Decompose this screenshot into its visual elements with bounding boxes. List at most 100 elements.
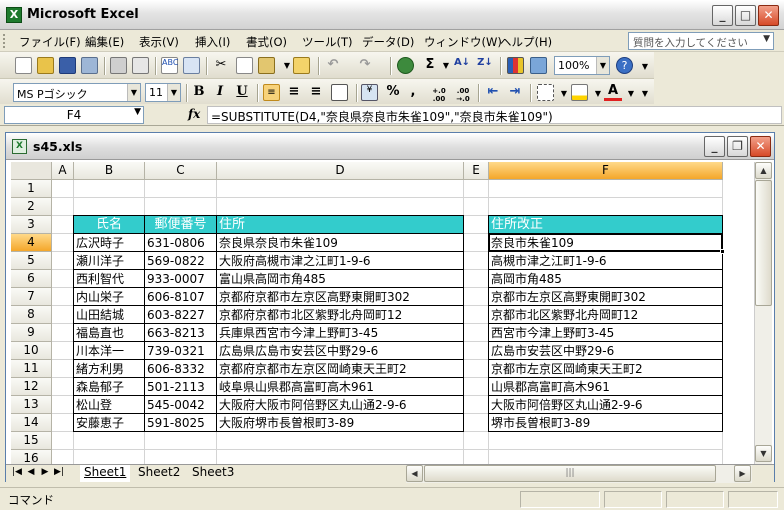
align-left-icon[interactable]: ≡	[263, 84, 280, 101]
table-cell-name[interactable]: 山田結城	[74, 306, 145, 324]
cell[interactable]	[52, 306, 74, 324]
table-cell-fixed[interactable]: 京都市左京区岡崎東天王町2	[489, 360, 723, 378]
table-cell-fixed[interactable]: 広島市安芸区中野29-6	[489, 342, 723, 360]
scroll-down-icon[interactable]: ▼	[755, 445, 772, 462]
cell[interactable]	[464, 252, 489, 270]
increase-decimal-button[interactable]: +.0 .00	[428, 87, 450, 103]
table-cell-postal[interactable]: 569-0822	[145, 252, 217, 270]
menu-format[interactable]: 書式(O)	[246, 34, 287, 50]
table-cell-name[interactable]: 森島郁子	[74, 378, 145, 396]
font-size-select[interactable]: 11 ▼	[145, 83, 181, 102]
column-header-d[interactable]: D	[217, 162, 464, 180]
table-cell-fixed[interactable]: 山県郡高富町高木961	[489, 378, 723, 396]
menu-help[interactable]: ヘルプ(H)	[500, 34, 552, 50]
table-cell-fixed[interactable]: 大阪市阿倍野区丸山通2-9-6	[489, 396, 723, 414]
italic-button[interactable]: I	[211, 84, 229, 99]
table-cell-address[interactable]: 京都府京都市北区紫野北舟岡町12	[217, 306, 464, 324]
row-header-1[interactable]: 1	[11, 180, 52, 198]
font-color-icon[interactable]: A	[604, 84, 622, 101]
insert-function-icon[interactable]: fx	[188, 107, 200, 121]
sort-descending-icon[interactable]: Z↓	[476, 57, 494, 68]
cell[interactable]	[52, 270, 74, 288]
select-all-corner[interactable]	[11, 162, 52, 180]
table-cell-address[interactable]: 大阪府堺市長曽根町3-89	[217, 414, 464, 432]
cell[interactable]	[464, 414, 489, 432]
column-header-b[interactable]: B	[74, 162, 145, 180]
prev-sheet-icon[interactable]: ◀	[26, 467, 36, 477]
table-cell-fixed[interactable]: 京都市北区紫野北舟岡町12	[489, 306, 723, 324]
table-cell-name[interactable]: 緒方利男	[74, 360, 145, 378]
cell[interactable]	[52, 216, 74, 234]
menu-tools[interactable]: ツール(T)	[302, 34, 353, 50]
underline-button[interactable]: U	[233, 84, 251, 99]
drawing-icon[interactable]	[530, 57, 547, 74]
table-cell-postal[interactable]: 606-8107	[145, 288, 217, 306]
next-sheet-icon[interactable]: ▶	[40, 467, 50, 477]
cell[interactable]	[52, 414, 74, 432]
table-cell-address[interactable]: 大阪府高槻市津之江町1-9-6	[217, 252, 464, 270]
research-icon[interactable]	[183, 57, 200, 74]
cell[interactable]	[464, 180, 489, 198]
table-header-postal[interactable]: 郵便番号	[145, 216, 217, 234]
percent-style-button[interactable]: %	[384, 84, 402, 99]
cell[interactable]	[464, 342, 489, 360]
cell[interactable]	[145, 198, 217, 216]
cell[interactable]	[52, 342, 74, 360]
table-cell-postal[interactable]: 603-8227	[145, 306, 217, 324]
chevron-down-icon[interactable]: ▼	[763, 34, 770, 44]
cell[interactable]	[52, 396, 74, 414]
font-name-select[interactable]: MS Pゴシック ▼	[13, 83, 141, 102]
cell[interactable]	[464, 378, 489, 396]
sheet-tab-sheet2[interactable]: Sheet2	[134, 465, 184, 482]
cell[interactable]	[52, 288, 74, 306]
table-cell-address[interactable]: 富山県高岡市角485	[217, 270, 464, 288]
cell[interactable]	[464, 270, 489, 288]
undo-icon[interactable]: ↶	[324, 57, 342, 72]
table-cell-name[interactable]: 内山栄子	[74, 288, 145, 306]
table-cell-postal[interactable]: 606-8332	[145, 360, 217, 378]
sheet-tab-sheet1[interactable]: Sheet1	[80, 465, 131, 482]
cell[interactable]	[489, 198, 723, 216]
table-cell-postal[interactable]: 591-8025	[145, 414, 217, 432]
vertical-scroll-thumb[interactable]	[755, 180, 772, 306]
row-header-6[interactable]: 6	[11, 270, 52, 288]
merge-center-icon[interactable]	[331, 84, 348, 101]
maximize-button[interactable]: □	[735, 5, 756, 26]
workbook-minimize-button[interactable]: _	[704, 136, 725, 157]
cell[interactable]	[464, 288, 489, 306]
cell[interactable]	[145, 180, 217, 198]
table-cell-fixed[interactable]: 高岡市角485	[489, 270, 723, 288]
row-header-11[interactable]: 11	[11, 360, 52, 378]
row-header-9[interactable]: 9	[11, 324, 52, 342]
menu-data[interactable]: データ(D)	[362, 34, 414, 50]
cell[interactable]	[464, 324, 489, 342]
help-search-input[interactable]: 質問を入力してください ▼	[628, 32, 774, 50]
horizontal-scroll-thumb[interactable]: |||	[424, 465, 716, 482]
menu-edit[interactable]: 編集(E)	[85, 34, 124, 50]
cell[interactable]	[464, 306, 489, 324]
column-header-f[interactable]: F	[489, 162, 723, 180]
table-cell-address[interactable]: 奈良県奈良市朱雀109	[217, 234, 464, 252]
copy-icon[interactable]	[236, 57, 253, 74]
permission-icon[interactable]	[81, 57, 98, 74]
horizontal-scrollbar[interactable]: ◀ ||| ▶	[406, 465, 752, 483]
new-document-icon[interactable]	[15, 57, 32, 74]
workbook-restore-button[interactable]: ❐	[727, 136, 748, 157]
table-cell-fixed[interactable]: 奈良市朱雀109	[489, 234, 723, 252]
cell[interactable]	[52, 432, 74, 450]
cut-icon[interactable]: ✂	[212, 57, 230, 72]
formula-input[interactable]: =SUBSTITUTE(D4,"奈良県奈良市朱雀109","奈良市朱雀109")	[207, 106, 782, 124]
decrease-indent-icon[interactable]: ⇤	[484, 84, 502, 99]
align-center-icon[interactable]: ≡	[285, 84, 303, 99]
align-right-icon[interactable]: ≡	[307, 84, 325, 99]
decrease-decimal-button[interactable]: .00 →.0	[452, 87, 474, 103]
bold-button[interactable]: B	[190, 84, 208, 99]
cell[interactable]	[217, 198, 464, 216]
table-cell-address[interactable]: 広島県広島市安芸区中野29-6	[217, 342, 464, 360]
table-cell-name[interactable]: 川本洋一	[74, 342, 145, 360]
menu-view[interactable]: 表示(V)	[139, 34, 179, 50]
help-icon[interactable]: ?	[616, 57, 633, 74]
borders-icon[interactable]	[537, 84, 554, 101]
row-header-4[interactable]: 4	[11, 234, 52, 252]
menu-grip[interactable]	[3, 34, 6, 48]
